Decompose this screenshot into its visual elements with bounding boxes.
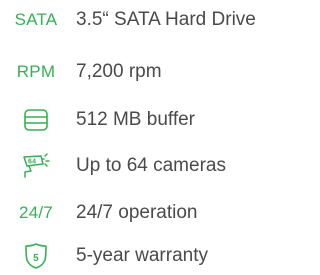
- feature-row-buffer: 512 MB buffer: [0, 102, 276, 138]
- feature-text-cameras: Up to 64 cameras: [76, 155, 226, 176]
- database-icon: [0, 102, 72, 138]
- feature-row-cameras: 64 Up to 64 cameras: [0, 148, 276, 184]
- camera-64-icon-label: 64: [28, 159, 36, 166]
- feature-row-247: 24/7 24/7 operation: [0, 195, 276, 231]
- feature-row-rpm: RPM 7,200 rpm: [0, 54, 276, 90]
- rpm-badge: RPM: [16, 62, 56, 81]
- feature-row-sata: SATA 3.5“ SATA Hard Drive: [0, 2, 276, 38]
- feature-text-247: 24/7 operation: [76, 202, 198, 223]
- sata-badge: SATA: [14, 10, 58, 29]
- feature-row-warranty: 5 5-year warranty: [0, 238, 276, 274]
- shield-icon: 5: [0, 238, 72, 274]
- shield-icon-label: 5: [33, 253, 39, 264]
- feature-text-rpm: 7,200 rpm: [76, 61, 162, 82]
- feature-text-buffer: 512 MB buffer: [76, 109, 196, 130]
- camera-64-icon: 64: [0, 148, 72, 184]
- feature-list: SATA 3.5“ SATA Hard Drive RPM 7,200 rpm …: [0, 0, 276, 275]
- 247-badge: 24/7: [19, 203, 53, 222]
- feature-text-sata: 3.5“ SATA Hard Drive: [76, 9, 256, 30]
- feature-text-warranty: 5-year warranty: [76, 245, 208, 266]
